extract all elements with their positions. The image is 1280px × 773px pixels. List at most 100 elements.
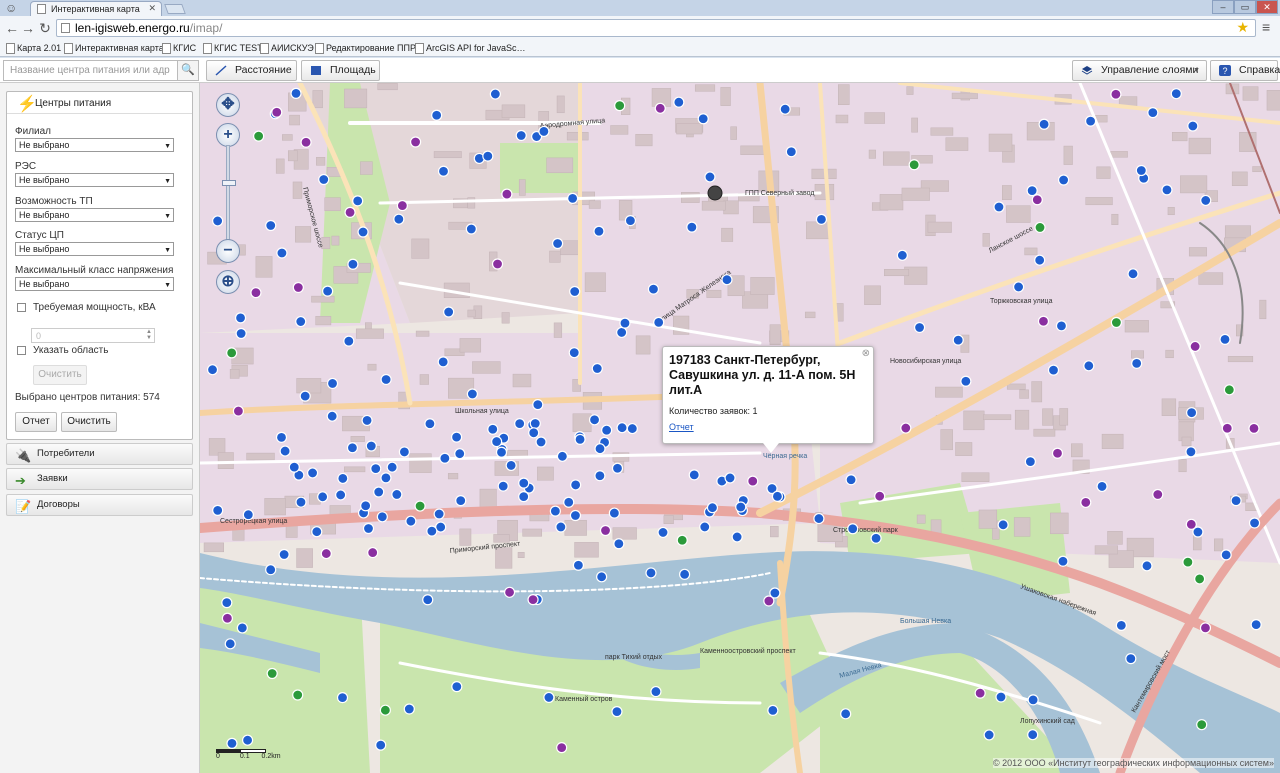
power-center-marker[interactable] (624, 215, 637, 227)
close-icon[interactable]: ⊗ (862, 348, 870, 359)
power-center-marker[interactable] (495, 446, 508, 458)
request-marker[interactable] (1110, 88, 1122, 100)
power-center-marker[interactable] (443, 306, 455, 318)
power-center-marker[interactable] (1220, 549, 1232, 561)
request-marker[interactable] (503, 586, 516, 598)
power-center-marker[interactable] (840, 708, 852, 720)
power-center-marker[interactable] (771, 490, 784, 502)
request-marker[interactable] (1152, 488, 1164, 501)
power-center-marker[interactable] (1187, 120, 1199, 132)
contract-marker[interactable] (1182, 556, 1194, 568)
forward-icon[interactable]: → (19, 19, 37, 37)
power-center-marker[interactable] (555, 521, 567, 533)
power-center-marker[interactable] (1115, 619, 1127, 632)
power-center-marker[interactable] (206, 364, 219, 376)
power-center-marker[interactable] (993, 201, 1005, 213)
contract-marker[interactable] (414, 500, 426, 512)
power-center-marker[interactable] (1096, 480, 1108, 493)
power-center-marker[interactable] (514, 418, 526, 430)
res-select[interactable]: Не выбрано ▼ (15, 173, 174, 187)
power-center-marker[interactable] (433, 508, 445, 520)
power-center-marker[interactable] (813, 512, 825, 525)
power-center-marker[interactable] (1024, 456, 1036, 468)
power-center-marker[interactable] (1055, 320, 1068, 332)
power-center-marker[interactable] (731, 531, 743, 543)
contract-marker[interactable] (1196, 719, 1208, 731)
power-center-marker[interactable] (588, 414, 601, 426)
clear-button[interactable]: Очистить (61, 412, 117, 432)
power-center-marker[interactable] (1200, 194, 1212, 207)
power-center-marker[interactable] (518, 477, 530, 489)
power-center-marker[interactable] (779, 103, 791, 115)
panel-header[interactable]: ⚡ Центры питания (7, 92, 192, 114)
power-center-marker[interactable] (370, 462, 382, 475)
power-center-marker[interactable] (1038, 118, 1050, 130)
power-center-marker[interactable] (1147, 107, 1159, 119)
power-center-marker[interactable] (343, 335, 355, 347)
power-center-marker[interactable] (601, 424, 613, 436)
power-center-marker[interactable] (346, 442, 359, 454)
bookmark-item[interactable]: Карта 2.01 (4, 41, 61, 55)
power-center-marker[interactable] (487, 423, 499, 435)
power-center-marker[interactable] (1127, 268, 1139, 280)
power-center-marker[interactable] (1141, 560, 1153, 572)
power-center-marker[interactable] (491, 435, 503, 448)
power-center-marker[interactable] (431, 109, 443, 121)
power-center-marker[interactable] (234, 312, 247, 324)
power-center-marker[interactable] (1084, 115, 1097, 127)
power-center-marker[interactable] (1047, 364, 1060, 376)
popup-report-link[interactable]: Отчет (669, 422, 694, 432)
minimize-button[interactable]: – (1212, 0, 1234, 14)
power-center-marker[interactable] (735, 501, 747, 513)
power-center-marker[interactable] (236, 622, 248, 634)
contract-marker[interactable] (1194, 573, 1206, 585)
power-center-marker[interactable] (815, 213, 828, 225)
request-marker[interactable] (491, 258, 504, 270)
section-requests[interactable]: ➔ Заявки (6, 468, 193, 490)
power-center-marker[interactable] (611, 706, 623, 718)
reload-icon[interactable]: ↻ (36, 19, 54, 37)
power-center-marker[interactable] (362, 522, 375, 535)
close-window-button[interactable]: ✕ (1256, 0, 1278, 14)
power-center-marker[interactable] (594, 470, 606, 482)
power-center-marker[interactable] (1185, 446, 1197, 458)
power-center-marker[interactable] (1057, 555, 1069, 567)
substation-marker[interactable] (707, 185, 723, 201)
power-center-marker[interactable] (611, 462, 624, 474)
power-center-marker[interactable] (380, 472, 392, 484)
power-center-marker[interactable] (373, 486, 385, 498)
help-button[interactable]: ? Справка (1210, 60, 1280, 81)
area-checkbox-row[interactable]: Указать область (17, 345, 108, 356)
power-center-marker[interactable] (870, 532, 882, 544)
address-bar[interactable]: len-igisweb.energo.ru/imap/ ★ (56, 19, 1256, 37)
power-center-marker[interactable] (365, 440, 377, 452)
power-center-marker[interactable] (673, 96, 685, 108)
power-center-marker[interactable] (563, 496, 575, 508)
power-center-marker[interactable] (574, 433, 586, 445)
zoom-in-button[interactable]: + (216, 123, 240, 147)
contract-marker[interactable] (1223, 384, 1235, 396)
power-center-marker[interactable] (997, 519, 1009, 531)
power-center-marker[interactable] (616, 326, 628, 339)
power-center-marker[interactable] (278, 548, 290, 561)
power-center-marker[interactable] (376, 511, 388, 523)
power-center-marker[interactable] (1027, 729, 1039, 741)
section-consumers[interactable]: 🔌 Потребители (6, 443, 193, 465)
clear-area-button[interactable]: Очистить (33, 365, 87, 385)
power-center-marker[interactable] (437, 165, 450, 177)
power-center-marker[interactable] (326, 377, 339, 390)
power-center-marker[interactable] (518, 491, 530, 503)
power-center-marker[interactable] (451, 681, 463, 693)
request-marker[interactable] (556, 742, 568, 754)
power-center-marker[interactable] (785, 146, 797, 158)
layers-button[interactable]: Управление слоями ▼ (1072, 60, 1207, 81)
power-center-marker[interactable] (572, 559, 584, 571)
browser-menu-icon[interactable]: ≡ (1262, 19, 1270, 35)
power-center-marker[interactable] (242, 509, 254, 521)
power-checkbox[interactable] (17, 303, 26, 312)
contract-marker[interactable] (676, 534, 688, 546)
power-center-marker[interactable] (570, 479, 582, 491)
power-center-marker[interactable] (679, 568, 691, 580)
power-center-marker[interactable] (591, 362, 603, 375)
power-center-marker[interactable] (515, 129, 527, 142)
